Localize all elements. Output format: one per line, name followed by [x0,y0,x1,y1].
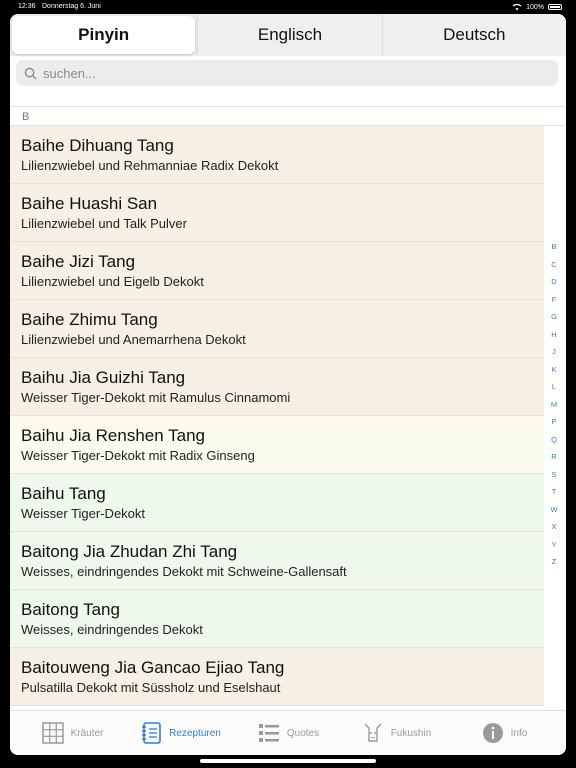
index-letter[interactable]: P [551,413,556,431]
list-icon [258,724,279,742]
index-letter[interactable]: L [552,378,556,396]
status-right: 100% [512,3,562,11]
index-letter[interactable]: M [551,396,557,414]
item-title: Baitouweng Jia Gancao Ejiao Tang [21,658,285,677]
index-letter[interactable]: Y [551,536,556,554]
item-title: Baihu Jia Guizhi Tang [21,368,186,387]
list-item[interactable]: Baihe Huashi San Lilienzwiebel und Talk P… [10,184,544,242]
home-indicator [200,759,376,763]
index-letter[interactable]: W [550,501,557,519]
index-letter[interactable]: C [551,256,556,274]
app-window: PinyinEnglischDeutsch B Baihe Dihuang Ta… [10,14,566,755]
item-title: Baitong Jia Zhudan Zhi Tang [21,542,238,561]
search-icon [24,67,37,80]
tab-label: Rezepturen [169,727,221,739]
status-bar: 12:36 Donnerstag 6. Juni 100% [0,0,576,14]
item-title: Baihe Jizi Tang [21,252,136,271]
list-item[interactable]: Baitong Jia Zhudan Zhi Tang Weisses, eind… [10,532,544,590]
search-bar[interactable] [16,60,558,86]
battery-icon [548,4,562,10]
list-item[interactable]: Baihe Zhimu Tang Lilienzwiebel und Anemar… [10,300,544,358]
index-letter[interactable]: Z [552,553,557,571]
item-subtitle: Pulsatilla Dekokt mit Süssholz und Esels… [21,680,281,695]
recipe-list[interactable]: Baihe Dihuang Tang Lilienzwiebel und Rehm… [10,126,544,706]
item-title: Baihe Huashi San [21,194,158,213]
tab-label: Info [510,727,528,739]
index-letter[interactable]: D [551,273,556,291]
tab-fukushin[interactable]: Fukushin [342,711,450,755]
list-item[interactable]: Baihu Jia Renshen Tang Weisser Tiger-Deko… [10,416,544,474]
segment-deutsch[interactable]: Deutsch [381,14,566,56]
item-title: Baihe Dihuang Tang [21,136,174,155]
language-segmented-control: Pinyin Englisch Deutsch [10,14,566,56]
list-item[interactable]: Baihu Jia Guizhi Tang Weisser Tiger-Dekok… [10,358,544,416]
section-header: B [10,106,566,126]
list-item[interactable]: Baitouweng Jia Gancao Ejiao Tang Pulsatil… [10,648,544,706]
tab-label: Fukushin [390,727,432,739]
index-letter[interactable]: T [552,483,557,501]
index-letter[interactable]: J [552,343,556,361]
status-time: 12:36 [18,3,36,10]
list-item[interactable]: Baihe Jizi Tang Lilienzwiebel und Eigelb … [10,242,544,300]
status-date: Donnerstag 6. Juni [42,3,101,10]
list-item[interactable]: Baihu Tang Weisser Tiger-Dekokt [10,474,544,532]
segment-pinyin[interactable]: Pinyin [12,16,196,54]
tab-kräuter[interactable]: Kräuter [18,711,126,755]
index-letter[interactable]: X [551,518,556,536]
item-subtitle: Weisser Tiger-Dekokt mit Radix Ginseng [21,448,255,463]
item-subtitle: Weisser Tiger-Dekokt mit Ramulus Cinnamo… [21,390,291,405]
info-icon [482,723,503,743]
tab-quotes[interactable]: Quotes [234,711,342,755]
segment-englisch[interactable]: Englisch [197,14,381,56]
item-subtitle: Lilienzwiebel und Eigelb Dekokt [21,274,204,289]
item-subtitle: Weisses, eindringendes Dekokt mit Schwei… [21,564,347,579]
index-letter[interactable]: B [551,238,556,256]
index-letter[interactable]: K [551,361,556,379]
body-icon [364,723,382,742]
tab-label: Quotes [286,727,320,739]
battery-percent: 100% [526,3,544,11]
notebook-icon [142,722,161,744]
index-letter[interactable]: Q [551,431,557,449]
grid-icon [41,722,64,744]
item-subtitle: Lilienzwiebel und Rehmanniae Radix Dekok… [21,158,279,173]
item-subtitle: Lilienzwiebel und Talk Pulver [21,216,187,231]
item-title: Baihu Jia Renshen Tang [21,426,205,445]
item-subtitle: Weisses, eindringendes Dekokt [21,622,203,637]
index-letter[interactable]: G [551,308,557,326]
wifi-icon [512,3,522,11]
item-subtitle: Weisser Tiger-Dekokt [21,506,146,521]
tab-bar: Kräuter Rezepturen Quotes Fukushin Info [10,710,566,755]
index-letter[interactable]: H [551,326,556,344]
tab-info[interactable]: Info [450,711,558,755]
index-letter[interactable]: R [551,448,556,466]
tab-label: Kräuter [70,727,104,739]
item-subtitle: Lilienzwiebel und Anemarrhena Dekokt [21,332,246,347]
index-letter[interactable]: F [552,291,557,309]
item-title: Baihe Zhimu Tang [21,310,158,329]
index-letter[interactable]: S [551,466,556,484]
search-input[interactable] [43,65,523,81]
item-title: Baitong Tang [21,600,120,619]
list-item[interactable]: Baitong Tang Weisses, eindringendes Dekok… [10,590,544,648]
tab-rezepturen[interactable]: Rezepturen [126,711,234,755]
alphabet-index[interactable]: BCDFGHJKLMPQRSTWXYZ [547,238,561,571]
list-item[interactable]: Baihe Dihuang Tang Lilienzwiebel und Rehm… [10,126,544,184]
item-title: Baihu Tang [21,484,106,503]
